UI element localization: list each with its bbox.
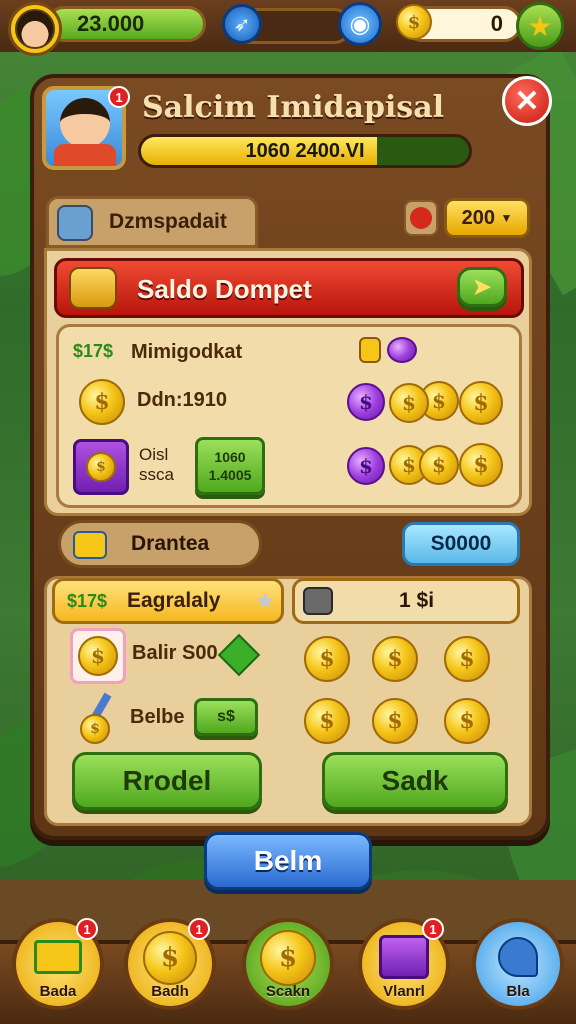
purple-gem-icon bbox=[387, 337, 417, 363]
apple-icon bbox=[404, 200, 438, 236]
gold-coin-icon: $ bbox=[396, 4, 432, 40]
row1-code: $17$ bbox=[73, 341, 114, 361]
compass-icon bbox=[57, 205, 93, 241]
player-avatar-small[interactable] bbox=[8, 2, 62, 56]
lower-tab-label: Eagralaly bbox=[127, 589, 221, 612]
row3-chip[interactable]: 1060 1.4005 bbox=[195, 437, 265, 495]
camera-icon bbox=[303, 587, 333, 615]
add-star-button[interactable]: ★ bbox=[516, 2, 564, 50]
nav-coins-label: Badh bbox=[151, 983, 189, 1000]
lower-coin-4: $ bbox=[304, 698, 350, 744]
dropdown-icon: ▼ bbox=[500, 211, 513, 225]
settings-icon[interactable]: ◉ bbox=[338, 2, 382, 46]
nav-shop[interactable]: $ Scakn bbox=[242, 918, 334, 1010]
avatar-notification-badge: 1 bbox=[108, 86, 130, 108]
wallet-arrow-button[interactable]: ➤ bbox=[457, 267, 507, 307]
nav-profile-label: Bla bbox=[506, 983, 530, 1000]
purple-coin-1: $ bbox=[347, 383, 385, 421]
coin-stack-icon: $ bbox=[143, 931, 197, 985]
gold-coin-5: $ bbox=[419, 445, 459, 485]
gold-coin-2: $ bbox=[389, 383, 429, 423]
star-icon: ★ bbox=[255, 588, 275, 613]
drantea-label: Drantea bbox=[131, 532, 210, 555]
gold-coin-6: $ bbox=[459, 443, 503, 487]
coins-counter: 23.000 bbox=[46, 6, 206, 42]
save-button[interactable]: Sadk bbox=[322, 752, 508, 810]
confirm-button-label: Belm bbox=[253, 845, 323, 876]
nav-gifts-badge: 1 bbox=[422, 918, 444, 940]
selected-coin-tile[interactable]: $ bbox=[70, 628, 126, 684]
panel-title: Salcim Imidapisal bbox=[142, 90, 445, 125]
nav-coins-badge: 1 bbox=[188, 918, 210, 940]
wallet-list: $17$ Mimigodkat $ Ddn:1910 $ $ $ $ $ Ois… bbox=[56, 324, 522, 508]
treasure-icon: $ bbox=[73, 439, 129, 495]
lower-row1-label: Balir S00 bbox=[132, 642, 218, 664]
lower-tab-active[interactable]: $17$ Eagralaly ★ bbox=[52, 578, 284, 624]
lower-coin-1: $ bbox=[304, 636, 350, 682]
ticket-icon bbox=[73, 531, 107, 559]
nav-home[interactable]: Bada 1 bbox=[12, 918, 104, 1010]
chest-icon bbox=[69, 267, 117, 309]
lower-tab-code: $17$ bbox=[67, 590, 108, 611]
save-button-label: Sadk bbox=[381, 765, 449, 796]
bird-icon bbox=[498, 937, 538, 977]
lower-coin-5: $ bbox=[372, 698, 418, 744]
purple-coin-2: $ bbox=[347, 447, 385, 485]
nav-shop-label: Scakn bbox=[265, 983, 311, 1000]
lower-tab-amount[interactable]: 1 $i bbox=[292, 578, 520, 624]
row1-label: Mimigodkat bbox=[131, 341, 243, 363]
potion-icon bbox=[359, 337, 381, 363]
row3-line1: Oisl bbox=[139, 445, 169, 464]
row3-chip-text: 1060 1.4005 bbox=[208, 449, 252, 483]
row2-label: Ddn:1910 bbox=[137, 389, 228, 411]
section-tab-label: Dzmspadait bbox=[109, 210, 227, 233]
player-face-icon bbox=[15, 9, 55, 49]
hero-face-icon bbox=[60, 98, 110, 148]
gems-value: 0 bbox=[490, 11, 503, 36]
row3-line2: ssca bbox=[139, 465, 174, 484]
lower-coin-3: $ bbox=[444, 636, 490, 682]
gold-coin-3: $ bbox=[459, 381, 503, 425]
section-tab[interactable]: Dzmspadait bbox=[46, 196, 258, 248]
reload-button-label: Rrodel bbox=[122, 765, 212, 796]
xp-text: 1060 2400.VI bbox=[245, 139, 365, 162]
gold-coin-nav-icon: $ bbox=[260, 930, 316, 986]
rocket-icon: ➶ bbox=[222, 4, 262, 44]
wallet-banner: Saldo Dompet ➤ bbox=[54, 258, 524, 318]
coins-value: 23.000 bbox=[77, 11, 145, 36]
close-button[interactable]: ✕ bbox=[502, 76, 552, 126]
shield-coin-icon: $ bbox=[79, 379, 125, 425]
confirm-button[interactable]: Belm bbox=[204, 832, 372, 890]
lower-coin-2: $ bbox=[372, 636, 418, 682]
nav-gifts-label: Vlanrl bbox=[383, 983, 425, 1000]
envelope-icon bbox=[34, 940, 82, 974]
nav-gifts[interactable]: Vlanrl 1 bbox=[358, 918, 450, 1010]
currency-chip[interactable]: 200 ▼ bbox=[444, 198, 530, 238]
lower-row2-chip[interactable]: s$ bbox=[194, 698, 258, 736]
reload-button[interactable]: Rrodel bbox=[72, 752, 262, 810]
nav-profile[interactable]: Bla bbox=[472, 918, 564, 1010]
drantea-field: Drantea bbox=[58, 520, 262, 568]
lower-row2-chip-text: s$ bbox=[217, 708, 235, 725]
xp-progress-bar: 1060 2400.VI bbox=[138, 134, 472, 168]
lower-row2-label: Belbe bbox=[130, 706, 185, 728]
lower-amount: 1 $i bbox=[399, 589, 435, 612]
sword-coin-icon: $ bbox=[74, 692, 122, 744]
nav-coins[interactable]: $ Badh 1 bbox=[124, 918, 216, 1010]
currency-value: 200 bbox=[461, 206, 495, 229]
nav-home-badge: 1 bbox=[76, 918, 98, 940]
wallet-title: Saldo Dompet bbox=[137, 274, 312, 304]
nav-home-label: Bada bbox=[39, 983, 77, 1000]
gift-box-icon bbox=[379, 935, 429, 979]
lower-coin-6: $ bbox=[444, 698, 490, 744]
drantea-value: S0000 bbox=[430, 532, 492, 555]
drantea-value-button[interactable]: S0000 bbox=[402, 522, 520, 566]
